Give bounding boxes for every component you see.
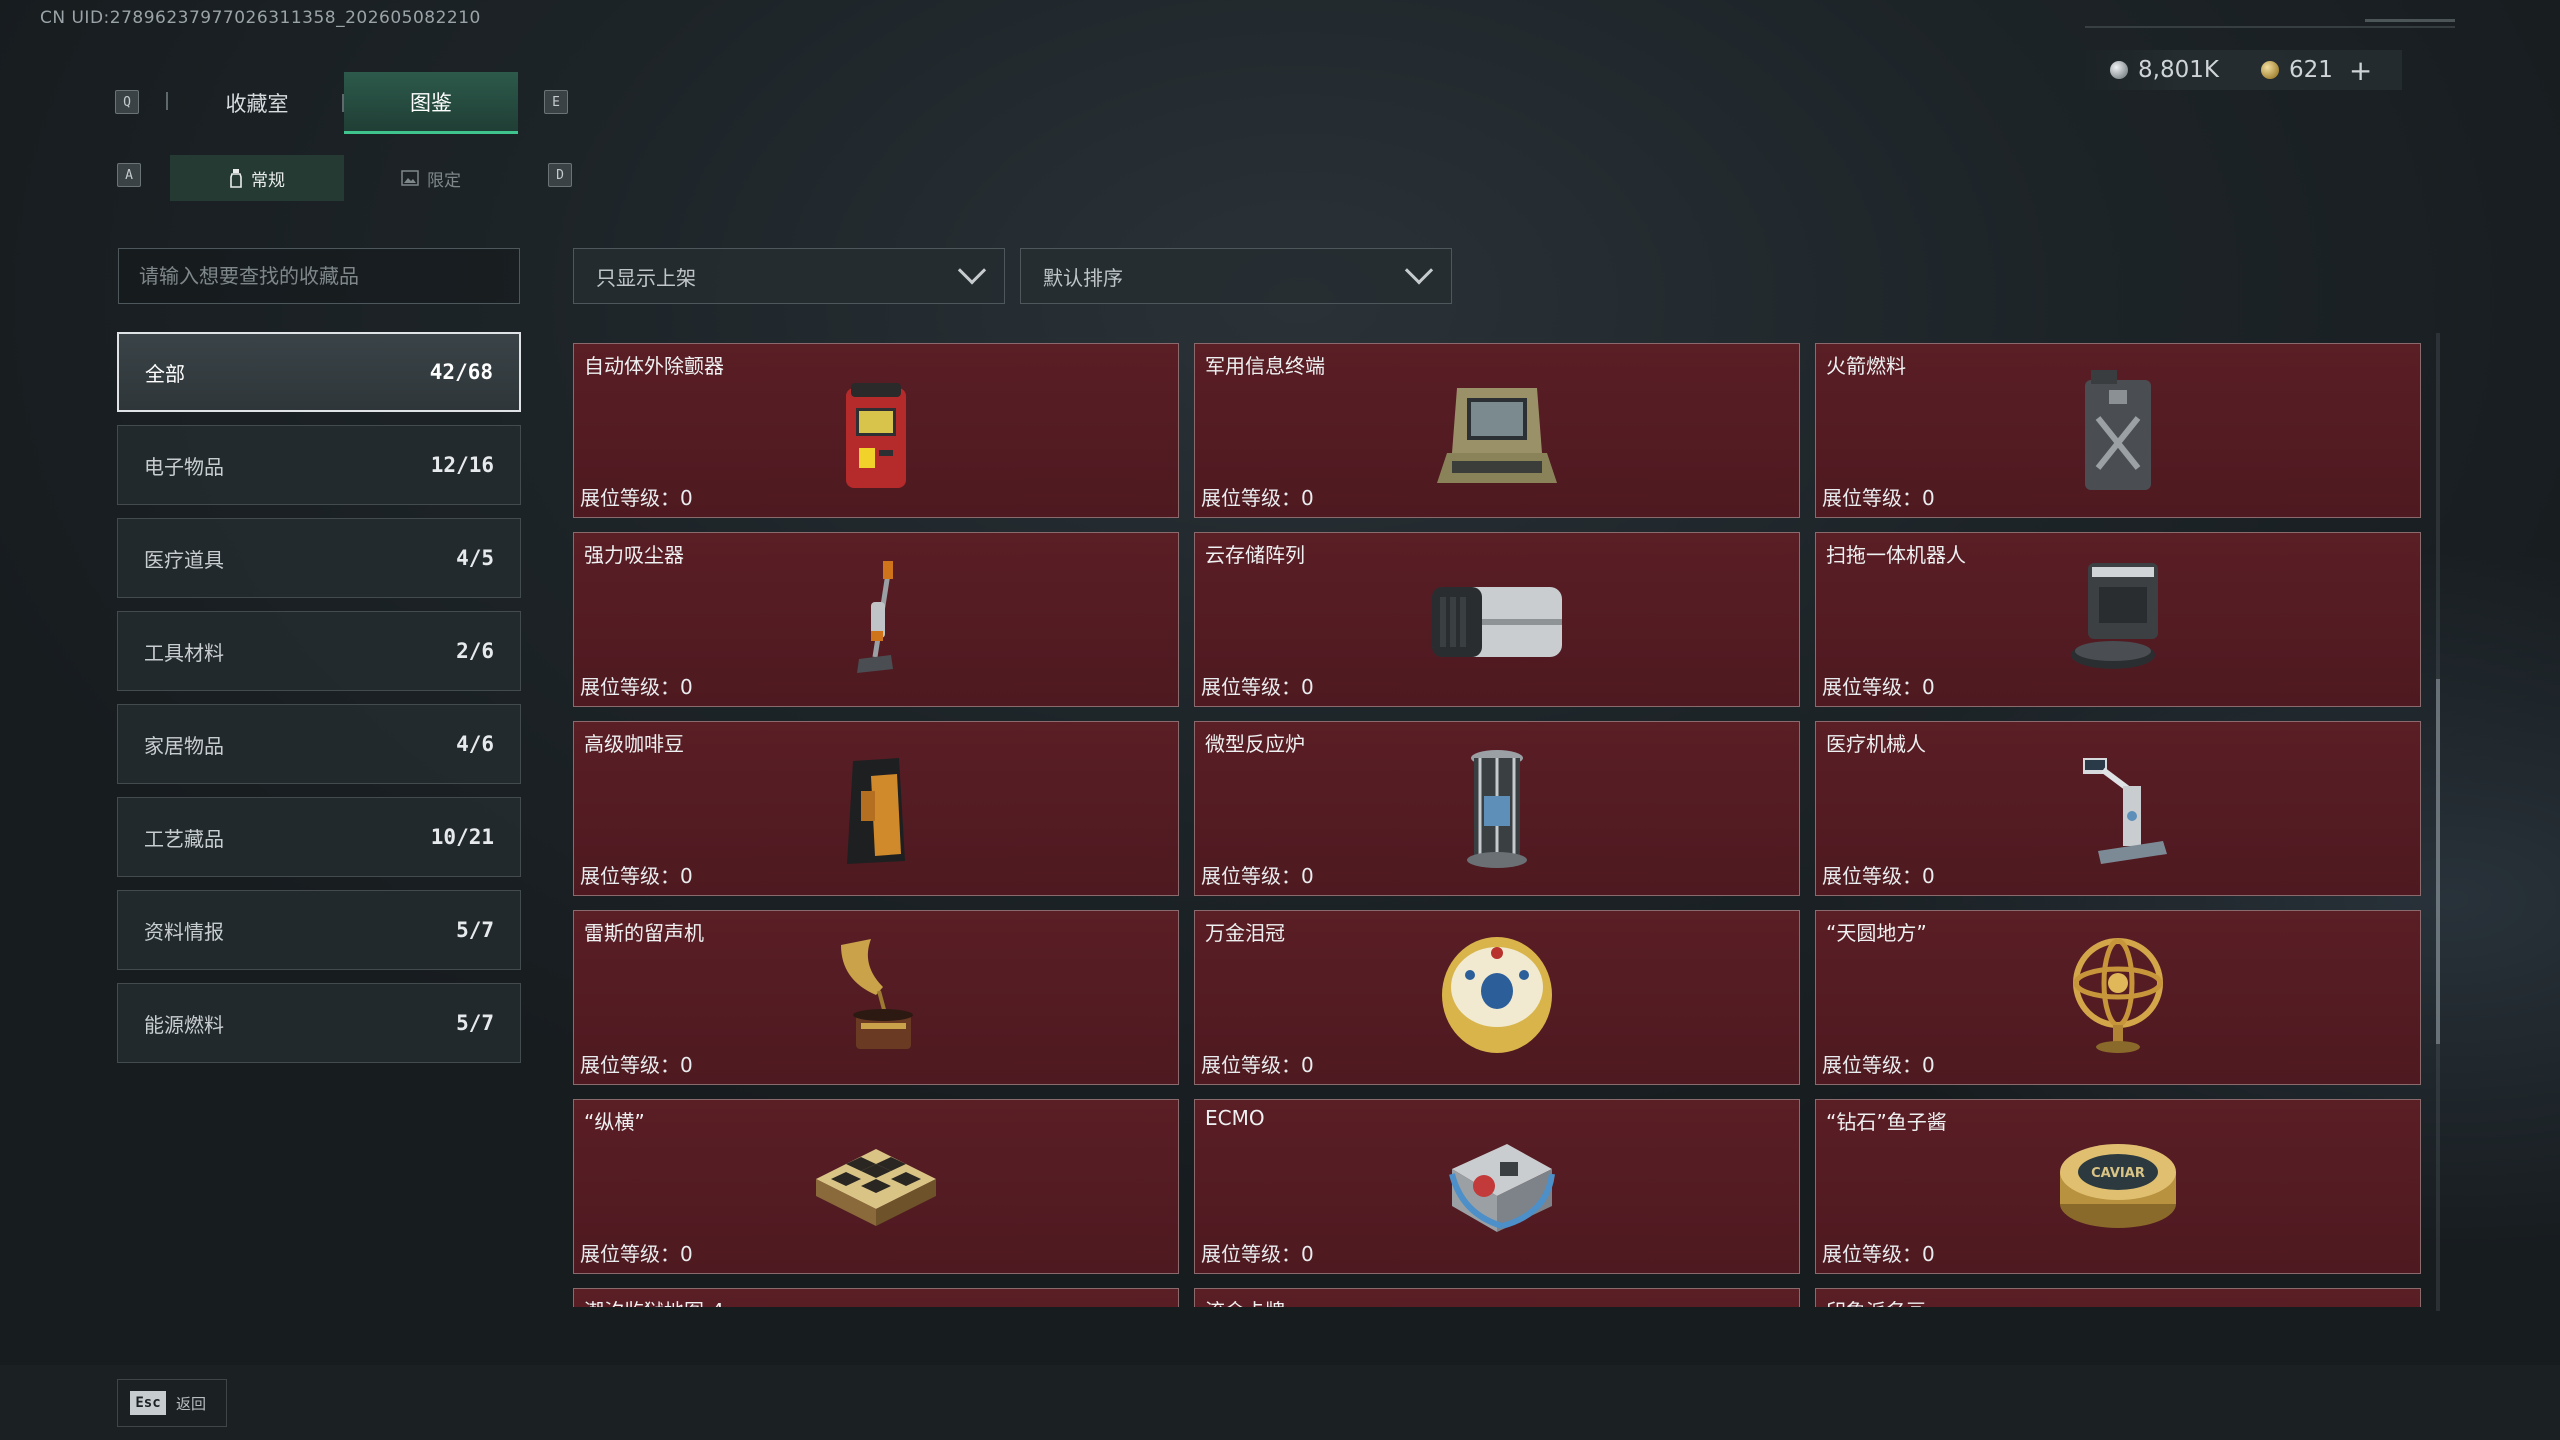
item-card[interactable]: 强力吸尘器 展位等级：0 — [573, 532, 1179, 707]
category-tools[interactable]: 工具材料 2/6 — [117, 611, 521, 691]
item-card[interactable]: 云存储阵列 展位等级：0 — [1194, 532, 1800, 707]
tab-collection-room[interactable]: 收藏室 — [170, 72, 344, 134]
currency-bar: 8,801K 621 + — [2080, 50, 2403, 90]
divider — [342, 94, 344, 112]
key-hint-e: E — [544, 90, 568, 114]
back-label: 返回 — [176, 1394, 207, 1413]
caviar-tin-icon: CAVIAR — [2060, 1144, 2176, 1228]
reactor-icon — [1467, 750, 1527, 868]
storage-array-icon — [1432, 587, 1562, 657]
item-card[interactable]: 万金泪冠 展位等级：0 — [1194, 910, 1800, 1085]
category-crafts[interactable]: 工艺藏品 10/21 — [117, 797, 521, 877]
search-input[interactable] — [139, 264, 499, 288]
silver-amount: 8,801K — [2138, 57, 2219, 83]
jeweled-egg-icon — [1442, 937, 1552, 1053]
scroll-thumb[interactable] — [2436, 679, 2440, 1044]
back-button[interactable]: Esc 返回 — [117, 1379, 227, 1427]
category-intel[interactable]: 资料情报 5/7 — [117, 890, 521, 970]
item-card[interactable]: 高级咖啡豆 展位等级：0 — [573, 721, 1179, 896]
chevron-down-icon — [957, 256, 987, 285]
category-electronics[interactable]: 电子物品 12/16 — [117, 425, 521, 505]
military-terminal-icon — [1437, 388, 1557, 483]
fuel-canister-icon — [2085, 370, 2151, 490]
item-card[interactable]: “天圆地方” 展位等级：0 — [1815, 910, 2421, 1085]
item-card[interactable]: 扫拖一体机器人 展位等级：0 — [1815, 532, 2421, 707]
silver-coin-icon — [2110, 61, 2128, 79]
key-hint-q: Q — [115, 90, 139, 114]
picture-icon — [401, 170, 419, 186]
decorative-line — [2085, 26, 2455, 28]
sub-tabs: 常规 限定 — [170, 155, 518, 201]
chevron-down-icon — [1404, 256, 1434, 285]
gold-amount: 621 — [2288, 57, 2333, 83]
defibrillator-icon — [846, 383, 906, 488]
key-hint-d: D — [548, 163, 572, 187]
chessboard-icon — [816, 1149, 936, 1226]
item-card[interactable]: 潮汐监狱地图-4 展位等级：0 — [573, 1288, 1179, 1307]
item-card[interactable]: 医疗机械人 展位等级：0 — [1815, 721, 2421, 896]
search-box — [118, 248, 520, 304]
divider — [166, 92, 168, 110]
vacuum-cleaner-icon — [857, 561, 893, 673]
coffee-bag-icon — [847, 758, 905, 864]
item-card[interactable]: “钻石”鱼子酱 CAVIAR 展位等级：0 — [1815, 1099, 2421, 1274]
medical-robot-icon — [2083, 758, 2167, 864]
mop-robot-icon — [2071, 563, 2158, 669]
category-energy[interactable]: 能源燃料 5/7 — [117, 983, 521, 1063]
item-card[interactable]: ECMO 展位等级：0 — [1194, 1099, 1800, 1274]
footer-bar — [0, 1365, 2560, 1440]
armillary-sphere-icon — [2073, 938, 2163, 1053]
item-grid: 自动体外除颤器 展位等级：0 军用信息终端 展位等级：0 火箭燃料 展位等级：0… — [573, 343, 2425, 1307]
key-hint-a: A — [117, 163, 141, 187]
category-all[interactable]: 全部 42/68 — [117, 332, 521, 412]
item-card[interactable]: 印象派名画 展位等级：0 — [1815, 1288, 2421, 1307]
item-card[interactable]: 火箭燃料 展位等级：0 — [1815, 343, 2421, 518]
item-card[interactable]: 雷斯的留声机 展位等级：0 — [573, 910, 1179, 1085]
sort-dropdown[interactable]: 默认排序 — [1020, 248, 1452, 304]
category-household[interactable]: 家居物品 4/6 — [117, 704, 521, 784]
gramophone-icon — [841, 939, 913, 1049]
category-list: 全部 42/68 电子物品 12/16 医疗道具 4/5 工具材料 2/6 家居物品 4/… — [117, 332, 521, 1076]
item-card[interactable]: “纵横” 展位等级：0 — [573, 1099, 1179, 1274]
bottle-icon — [230, 169, 242, 188]
uid-label: CN UID:2789623797702631135​8_20260508221… — [40, 8, 481, 28]
main-tabs: 收藏室 图鉴 — [170, 72, 518, 134]
gold-coin-icon — [2260, 61, 2279, 79]
ecmo-icon — [1449, 1144, 1555, 1232]
svg-text:CAVIAR: CAVIAR — [2091, 1166, 2145, 1181]
item-card[interactable]: 自动体外除颤器 展位等级：0 — [573, 343, 1179, 518]
decorative-line — [2365, 19, 2455, 22]
item-card[interactable]: 军用信息终端 展位等级：0 — [1194, 343, 1800, 518]
grid-scrollbar[interactable] — [2436, 333, 2440, 1311]
subtab-limited[interactable]: 限定 — [344, 155, 518, 201]
item-card[interactable]: 微型反应炉 展位等级：0 — [1194, 721, 1800, 896]
esc-key-icon: Esc — [130, 1391, 166, 1415]
category-medical[interactable]: 医疗道具 4/5 — [117, 518, 521, 598]
subtab-regular[interactable]: 常规 — [170, 155, 344, 201]
add-currency-button[interactable]: + — [2349, 54, 2372, 87]
tab-codex[interactable]: 图鉴 — [342, 72, 518, 134]
availability-dropdown[interactable]: 只显示上架 — [573, 248, 1005, 304]
item-card[interactable]: 流金卡牌 展位等级：0 — [1194, 1288, 1800, 1307]
